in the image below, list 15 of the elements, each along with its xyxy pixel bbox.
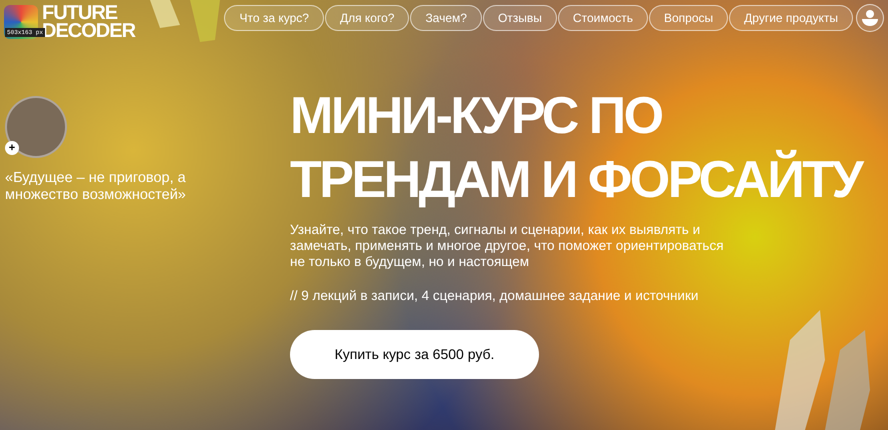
nav-link[interactable]: Стоимость [558, 5, 648, 31]
nav-link[interactable]: Отзывы [482, 5, 557, 31]
nav-link[interactable]: Что за курс? [224, 5, 324, 31]
profile-button[interactable] [856, 4, 884, 32]
nav-link[interactable]: Другие продукты [729, 5, 853, 31]
author-quote: «Будущее – не приговор, а множество возможностей» [5, 170, 187, 204]
nav-link[interactable]: Зачем? [410, 5, 482, 31]
hero-description: Узнайте, что такое тренд, сигналы и сценарии, как их выявлять и замечать, применять и многое другое, что поможет ориентироваться не только в будущем, но и настоящем [290, 222, 725, 270]
nav-link[interactable]: Вопросы [649, 5, 728, 31]
course-includes: // 9 лекций в записи, 4 сценария, домашнее задание и источники [290, 287, 700, 305]
buy-button[interactable]: Купить курс за 6500 руб. [290, 330, 539, 380]
hero-title: МИНИ-КУРС ПО ТРЕНДАМ И ФОРСАЙТУ [290, 86, 864, 211]
user-icon [861, 9, 879, 27]
nav-link[interactable]: Для кого? [324, 5, 410, 31]
logo-text: FUTURE [42, 4, 118, 22]
